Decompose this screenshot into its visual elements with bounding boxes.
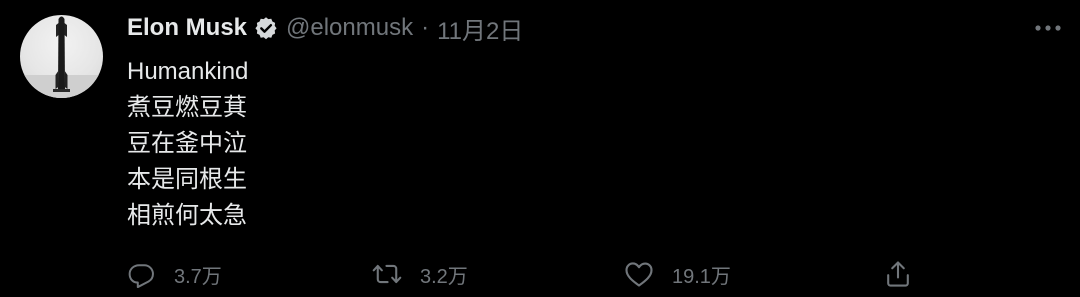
- share-button[interactable]: [884, 254, 912, 294]
- tweet-text-line: Humankind: [127, 58, 249, 85]
- tweet-text: Humankind 煮豆燃豆萁 豆在釜中泣 本是同根生 相煎何太急: [127, 54, 1027, 234]
- retweet-button[interactable]: 3.2万: [372, 254, 468, 294]
- starship-avatar-icon: [20, 16, 103, 98]
- tweet[interactable]: Elon Musk @elonmusk · 11月2日 Humankind 煮豆…: [0, 0, 1080, 297]
- avatar[interactable]: [20, 15, 103, 98]
- tweet-text-line: 相煎何太急: [127, 202, 247, 229]
- tweet-text-line: 豆在釜中泣: [127, 130, 247, 157]
- like-count: 19.1万: [672, 265, 731, 288]
- tweet-header: Elon Musk @elonmusk · 11月2日: [127, 8, 523, 48]
- tweet-text-line: 煮豆燃豆萁: [127, 94, 247, 121]
- tweet-text-line: 本是同根生: [127, 166, 247, 193]
- heart-icon: [625, 262, 653, 287]
- tweet-actions: 3.7万 3.2万 19.1万: [0, 254, 1080, 294]
- share-icon: [887, 261, 909, 287]
- reply-icon: [128, 264, 154, 288]
- tweet-date[interactable]: 11月2日: [437, 11, 523, 46]
- author-handle[interactable]: @elonmusk: [286, 14, 413, 42]
- more-options-button[interactable]: [1032, 14, 1064, 42]
- retweet-count: 3.2万: [420, 265, 468, 288]
- header-separator: ·: [421, 14, 430, 41]
- retweet-icon: [372, 264, 402, 284]
- reply-count: 3.7万: [174, 265, 222, 288]
- like-button[interactable]: 19.1万: [624, 254, 731, 294]
- author-name[interactable]: Elon Musk: [127, 14, 247, 42]
- verified-badge-icon: [254, 16, 278, 40]
- more-dots-icon: [1035, 25, 1061, 31]
- reply-button[interactable]: 3.7万: [128, 254, 222, 294]
